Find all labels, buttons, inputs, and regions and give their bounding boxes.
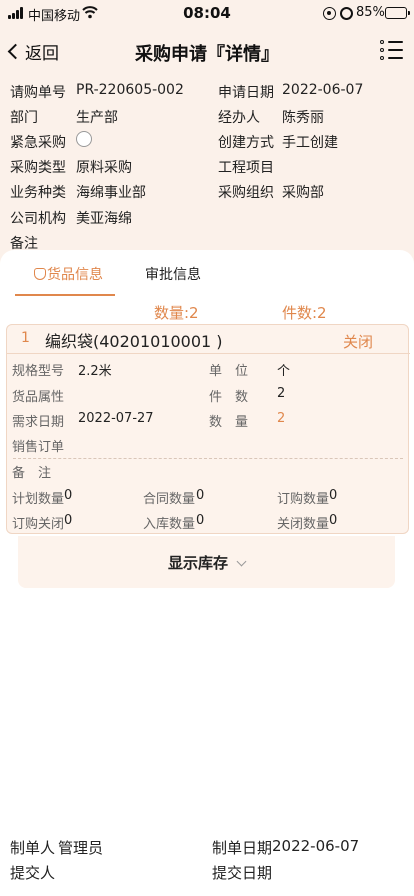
- summary-pieces: 件数:2: [282, 304, 327, 322]
- item-status: 关闭: [343, 333, 374, 351]
- spec-label: 规格型号: [12, 364, 65, 379]
- plan-qty-label: 计划数量: [12, 492, 65, 507]
- biz-type-value: 海绵事业部: [76, 185, 146, 201]
- apply-date-value: 2022-06-07: [282, 82, 364, 98]
- alarm-icon: [340, 7, 353, 20]
- tab-active-indicator: [15, 294, 115, 296]
- battery-icon: [385, 7, 410, 19]
- company-value: 美亚海绵: [76, 211, 132, 227]
- urgent-label: 紧急采购: [10, 135, 66, 151]
- order-closed-value: 0: [64, 513, 73, 528]
- item-divider: [7, 353, 410, 354]
- show-stock-button[interactable]: 显示库存: [18, 536, 395, 588]
- qty-value: 2: [277, 411, 286, 426]
- project-label: 工程项目: [218, 160, 274, 176]
- chevron-left-icon: [7, 43, 24, 59]
- back-label: 返回: [25, 43, 59, 64]
- unit-value: 个: [277, 364, 291, 379]
- tab-approval-label: 审批信息: [145, 267, 201, 283]
- order-no-label: 请购单号: [10, 85, 66, 101]
- submitter-label: 提交人: [10, 864, 56, 882]
- demand-date-label: 需求日期: [12, 415, 65, 430]
- closed-qty-value: 0: [329, 513, 338, 528]
- battery-percent: 85%: [356, 5, 385, 20]
- create-method-label: 创建方式: [218, 135, 274, 151]
- order-qty-value: 0: [329, 488, 338, 503]
- purchase-org-label: 采购组织: [218, 185, 274, 201]
- dept-label: 部门: [10, 110, 38, 126]
- closed-qty-label: 关闭数量: [277, 517, 330, 532]
- handler-value: 陈秀丽: [282, 110, 324, 126]
- order-qty-label: 订购数量: [277, 492, 330, 507]
- contract-qty-label: 合同数量: [143, 492, 196, 507]
- contract-qty-value: 0: [196, 488, 205, 503]
- qty-label: 数 量: [209, 415, 249, 430]
- status-bar: 中国移动 08:04 85%: [0, 0, 414, 28]
- item-name: 编织袋(40201010001 ): [45, 332, 223, 351]
- item-index: 1: [21, 330, 30, 346]
- create-date-value: 2022-06-07: [272, 837, 360, 855]
- purchase-org-value: 采购部: [282, 185, 324, 201]
- back-button[interactable]: 返回: [4, 36, 59, 66]
- menu-list-icon[interactable]: [380, 40, 404, 62]
- attr-label: 货品属性: [12, 390, 65, 405]
- page-title: 采购申请『详情』: [135, 44, 279, 65]
- biz-type-label: 业务种类: [10, 185, 66, 201]
- tab-goods-info[interactable]: 货品信息: [34, 264, 103, 284]
- item-card[interactable]: 1 编织袋(40201010001 ) 关闭 规格型号 2.2米 单 位 个 货…: [6, 324, 410, 534]
- submit-date-label: 提交日期: [212, 864, 273, 882]
- pieces-label: 件 数: [209, 390, 249, 405]
- purchase-type-value: 原料采购: [76, 160, 132, 176]
- show-stock-row: 显示库存: [18, 552, 395, 573]
- nav-bar: 返回 采购申请『详情』: [0, 28, 414, 74]
- unit-label: 单 位: [209, 364, 249, 379]
- screen: 中国移动 08:04 85% 返回 采购申请『详情』 请购单号 PR-22060…: [0, 0, 414, 896]
- dept-value: 生产部: [76, 110, 118, 126]
- create-method-value: 手工创建: [282, 135, 338, 151]
- show-stock-label: 显示库存: [167, 554, 228, 572]
- demand-date-value: 2022-07-27: [78, 411, 154, 426]
- apply-date-label: 申请日期: [218, 85, 274, 101]
- company-label: 公司机构: [10, 211, 66, 227]
- create-date-label: 制单日期: [212, 839, 273, 857]
- pieces-value: 2: [277, 386, 286, 401]
- urgent-radio[interactable]: [76, 131, 92, 147]
- sales-order-label: 销售订单: [12, 440, 65, 455]
- header-fields: 请购单号 PR-220605-002 申请日期 2022-06-07 部门 生产…: [0, 74, 414, 264]
- spec-value: 2.2米: [78, 364, 112, 379]
- order-no-value: PR-220605-002: [76, 82, 184, 98]
- summary-qty: 数量:2: [154, 304, 199, 322]
- tab-goods-label: 货品信息: [47, 267, 103, 283]
- orientation-lock-icon: [323, 7, 336, 20]
- tab-approval-info[interactable]: 审批信息: [145, 264, 201, 284]
- handler-label: 经办人: [218, 110, 260, 126]
- stock-in-qty-label: 入库数量: [143, 517, 196, 532]
- purchase-type-label: 采购类型: [10, 160, 66, 176]
- creator-value: 管理员: [58, 839, 104, 857]
- shield-icon: [34, 268, 46, 280]
- plan-qty-value: 0: [64, 488, 73, 503]
- item-remark-label: 备 注: [12, 466, 52, 481]
- order-closed-label: 订购关闭: [12, 517, 65, 532]
- dashed-divider: [13, 458, 403, 459]
- stock-in-qty-value: 0: [196, 513, 205, 528]
- creator-label: 制单人: [10, 839, 56, 857]
- chevron-down-icon: [236, 556, 247, 567]
